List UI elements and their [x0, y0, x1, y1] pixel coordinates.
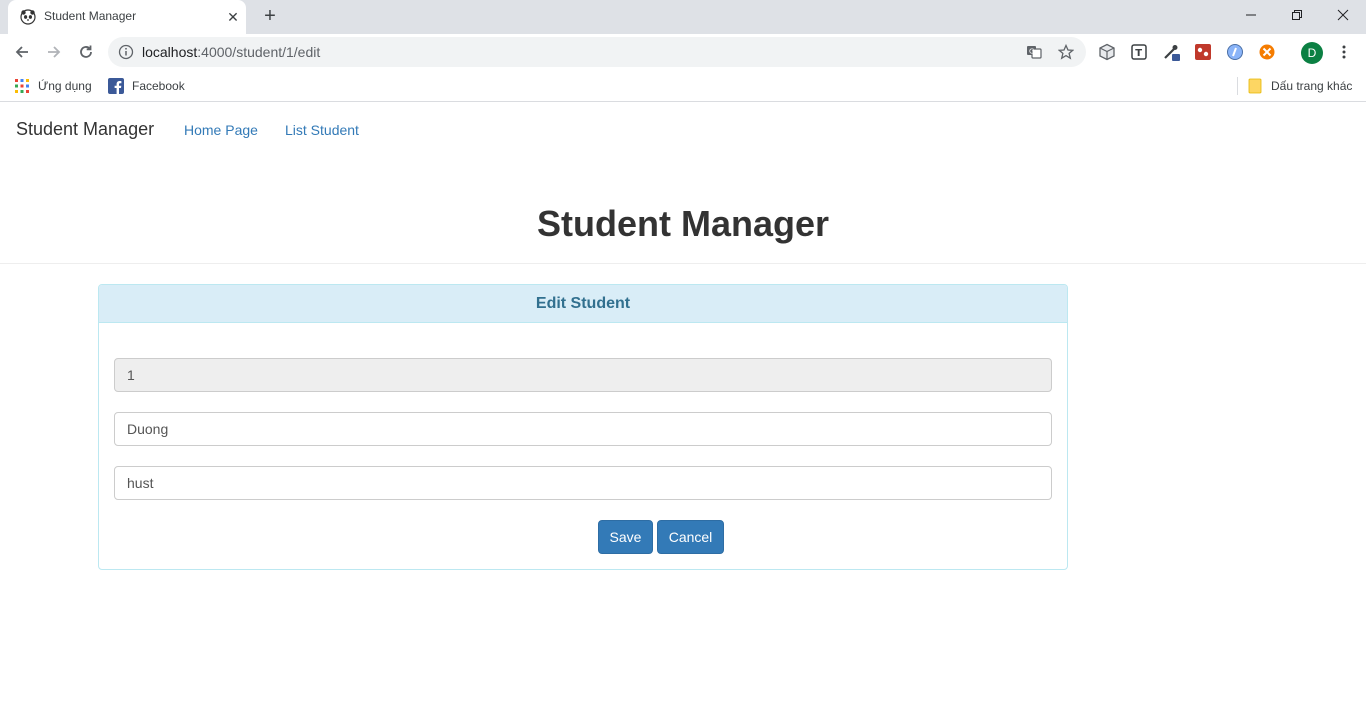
more-menu-icon[interactable]: [1336, 44, 1352, 60]
bookmark-label: Facebook: [132, 79, 185, 93]
nav-link-home[interactable]: Home Page: [184, 122, 258, 138]
minimize-icon[interactable]: [1228, 0, 1274, 30]
svg-text:T: T: [1135, 48, 1142, 59]
bookmark-star-icon[interactable]: [1058, 44, 1074, 60]
svg-text:G: G: [1029, 48, 1034, 56]
edit-student-panel: Edit Student Save Cancel: [98, 284, 1068, 570]
cube-extension-icon[interactable]: [1098, 43, 1116, 61]
reload-icon[interactable]: [72, 38, 100, 66]
navbar-brand[interactable]: Student Manager: [16, 119, 154, 140]
address-bar[interactable]: localhost:4000/student/1/edit G: [108, 37, 1086, 67]
profile-avatar[interactable]: D: [1301, 42, 1323, 64]
apps-grid-icon: [15, 79, 29, 93]
browser-tab[interactable]: Student Manager ✕: [8, 0, 246, 34]
student-school-field[interactable]: [114, 466, 1052, 500]
other-bookmarks-label: Dấu trang khác: [1271, 79, 1353, 93]
nav-link-list-student[interactable]: List Student: [285, 122, 359, 138]
bookmarks-bar: Ứng dụng Facebook Dấu trang khác: [0, 70, 1366, 102]
orange-extension-icon[interactable]: [1258, 43, 1276, 61]
tab-close-icon[interactable]: ✕: [224, 8, 242, 26]
eyedropper-extension-icon[interactable]: [1162, 43, 1180, 61]
web-page: Student Manager Home Page List Student S…: [0, 103, 1366, 728]
url-text[interactable]: localhost:4000/student/1/edit: [142, 44, 320, 60]
page-title: Student Manager: [536, 203, 830, 244]
new-tab-icon[interactable]: +: [258, 5, 282, 29]
folder-icon: [1248, 78, 1262, 94]
facebook-icon: [108, 78, 124, 94]
close-window-icon[interactable]: [1320, 0, 1366, 30]
reader-extension-icon[interactable]: T: [1130, 43, 1148, 61]
restore-icon[interactable]: [1274, 0, 1320, 30]
forward-icon[interactable]: [40, 38, 68, 66]
info-icon[interactable]: [118, 44, 134, 60]
back-icon[interactable]: [8, 38, 36, 66]
bookmark-label: Ứng dụng: [38, 79, 92, 93]
browser-toolbar: localhost:4000/student/1/edit G T D: [0, 34, 1366, 70]
translate-icon[interactable]: G: [1026, 44, 1042, 60]
browser-titlebar: Student Manager ✕ +: [0, 0, 1366, 34]
red-extension-icon[interactable]: [1194, 43, 1212, 61]
bookmark-separator: [1237, 77, 1238, 95]
student-id-field[interactable]: [114, 358, 1052, 392]
header-divider: [0, 263, 1366, 264]
tab-title: Student Manager: [44, 9, 137, 23]
student-name-field[interactable]: [114, 412, 1052, 446]
cancel-button[interactable]: Cancel: [657, 520, 724, 554]
blue-circle-extension-icon[interactable]: [1226, 43, 1244, 61]
save-button[interactable]: Save: [598, 520, 653, 554]
site-navbar: Student Manager Home Page List Student: [0, 103, 1366, 155]
panda-favicon-icon: [20, 9, 36, 25]
panel-heading: Edit Student: [99, 285, 1067, 323]
